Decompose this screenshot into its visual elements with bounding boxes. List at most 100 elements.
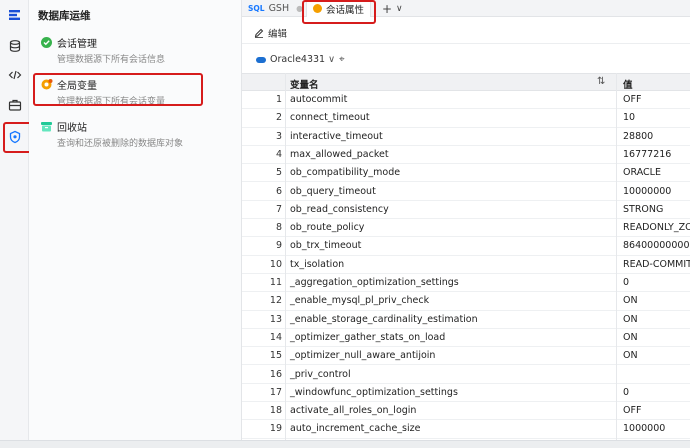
menu-item-desc: 查询和还原被删除的数据库对象 [57, 139, 184, 149]
row-number: 19 [269, 423, 282, 435]
table-row[interactable]: 16 _priv_control [242, 366, 690, 384]
variable-name: _aggregation_optimization_settings [290, 277, 459, 288]
variable-value[interactable]: ON [623, 295, 638, 306]
edit-button[interactable]: 编辑 [254, 26, 287, 40]
table-row[interactable]: 7 ob_read_consistency STRONG [242, 201, 690, 220]
menu-item-desc: 管理数据源下所有会话信息 [57, 55, 166, 65]
table-row[interactable]: 12 _enable_mysql_pl_priv_check ON [242, 292, 690, 311]
datasource-selector[interactable]: Oracle4331 ∨ [256, 54, 335, 65]
variable-value[interactable]: 28800 [623, 131, 653, 142]
recycle-bin-icon [40, 120, 53, 133]
row-number: 14 [269, 331, 282, 343]
highlight-global-variables [33, 73, 203, 106]
table-row[interactable]: 10 tx_isolation READ-COMMIT [242, 256, 690, 274]
table-row[interactable]: 18 activate_all_roles_on_login OFF [242, 402, 690, 421]
variable-name: interactive_timeout [290, 130, 383, 142]
sort-icon[interactable]: ⇅ [597, 76, 605, 87]
row-number: 17 [269, 386, 282, 398]
variable-name: auto_increment_cache_size [290, 423, 421, 435]
highlight-session-tab [302, 0, 376, 24]
variable-value[interactable]: ORACLE [623, 167, 661, 178]
row-number: 2 [275, 112, 282, 124]
variable-name: ob_query_timeout [290, 185, 376, 197]
table-row[interactable]: 15 _optimizer_null_aware_antijoin ON [242, 347, 690, 366]
table-row[interactable]: 19 auto_increment_cache_size 1000000 [242, 420, 690, 439]
column-divider [285, 73, 286, 443]
table-row[interactable]: 17 _windowfunc_optimization_settings 0 [242, 384, 690, 403]
variable-value[interactable]: 10 [623, 112, 635, 123]
variable-value[interactable]: 86400000000 [623, 240, 690, 251]
variable-name: _priv_control [290, 368, 351, 380]
tab-sql-gsh[interactable]: SQL GSH ● [248, 0, 303, 17]
row-number: 18 [269, 405, 282, 417]
table-row[interactable]: 6 ob_query_timeout 10000000 [242, 183, 690, 201]
table-row[interactable]: 4 max_allowed_packet 16777216 [242, 146, 690, 165]
column-header-value[interactable]: 值 [623, 77, 633, 91]
oracle-icon [256, 56, 266, 63]
table-row[interactable]: 8 ob_route_policy READONLY_ZO [242, 219, 690, 238]
sql-tag: SQL [248, 4, 265, 13]
row-number: 10 [269, 258, 282, 270]
table-row[interactable]: 11 _aggregation_optimization_settings 0 [242, 274, 690, 293]
column-header-name[interactable]: 变量名 [290, 77, 319, 91]
table-row[interactable]: 14 _optimizer_gather_stats_on_load ON [242, 329, 690, 348]
datasource-bar: Oracle4331 ∨ ⌖ [242, 50, 690, 70]
code-icon[interactable] [6, 66, 23, 83]
row-number: 4 [275, 148, 282, 160]
variable-value[interactable]: READONLY_ZO [623, 222, 690, 233]
datasource-name: Oracle4331 [270, 54, 326, 65]
variable-value[interactable]: STRONG [623, 204, 663, 215]
variable-value[interactable]: 16777216 [623, 149, 671, 160]
table-row[interactable]: 9 ob_trx_timeout 86400000000 [242, 237, 690, 256]
session-icon [40, 36, 53, 49]
panel-title: 数据库运维 [38, 10, 91, 22]
variable-value[interactable]: 0 [623, 277, 629, 288]
row-number: 5 [275, 167, 282, 179]
variable-value[interactable]: 1000000 [623, 423, 665, 434]
toolbar: 编辑 [242, 22, 690, 44]
edit-icon [254, 28, 264, 38]
ops-panel: 数据库运维 会话管理 管理数据源下所有会话信息 全局变量 管理数据源下所有会话变… [29, 0, 242, 448]
table-row[interactable]: 3 interactive_timeout 28800 [242, 128, 690, 146]
menu-item-title: 会话管理 [57, 39, 97, 50]
table-row[interactable]: 13 _enable_storage_cardinality_estimation… [242, 311, 690, 329]
variable-name: ob_read_consistency [290, 203, 389, 215]
column-divider [616, 73, 617, 443]
variable-value[interactable]: READ-COMMIT [623, 259, 690, 270]
chevron-down-icon: ∨ [328, 54, 336, 65]
main-area: SQL GSH ● 会话属性 + ∨ 编辑 Oracle4331 ∨ ⌖ 变量名… [242, 0, 690, 448]
variable-name: _optimizer_gather_stats_on_load [290, 331, 446, 343]
left-icon-rail [0, 0, 29, 448]
variable-value[interactable]: 10000000 [623, 186, 671, 197]
table-row[interactable]: 2 connect_timeout 10 [242, 109, 690, 128]
variable-value[interactable]: ON [623, 332, 638, 343]
variable-name: activate_all_roles_on_login [290, 405, 417, 417]
table-row[interactable]: 5 ob_compatibility_mode ORACLE [242, 164, 690, 183]
logo-icon[interactable] [6, 6, 23, 23]
row-number: 6 [275, 185, 282, 197]
row-number: 15 [269, 350, 282, 362]
bottom-scrollbar[interactable] [0, 440, 690, 448]
menu-item-session-management[interactable]: 会话管理 管理数据源下所有会话信息 [34, 34, 234, 68]
variable-name: ob_trx_timeout [290, 240, 362, 252]
tab-more-chevron-icon[interactable]: ∨ [396, 0, 403, 17]
database-icon[interactable] [6, 37, 23, 54]
table-row[interactable]: 1 autocommit OFF [242, 91, 690, 110]
row-number: 11 [269, 277, 282, 288]
variable-name: max_allowed_packet [290, 148, 389, 160]
menu-item-title: 回收站 [57, 123, 87, 134]
variable-value[interactable]: ON [623, 314, 638, 325]
variable-name: _windowfunc_optimization_settings [290, 386, 458, 398]
variable-name: autocommit [290, 94, 348, 105]
row-number: 13 [269, 313, 282, 325]
variable-value[interactable]: ON [623, 350, 638, 361]
toolbox-icon[interactable] [6, 96, 23, 113]
variable-value[interactable]: OFF [623, 94, 641, 105]
variable-name: ob_compatibility_mode [290, 167, 401, 179]
locate-icon[interactable]: ⌖ [339, 54, 345, 65]
variable-value[interactable]: 0 [623, 387, 629, 398]
variable-value[interactable]: OFF [623, 405, 641, 416]
add-tab-button[interactable]: + [382, 0, 392, 17]
edit-label: 编辑 [268, 29, 288, 40]
menu-item-recycle-bin[interactable]: 回收站 查询和还原被删除的数据库对象 [34, 118, 234, 152]
